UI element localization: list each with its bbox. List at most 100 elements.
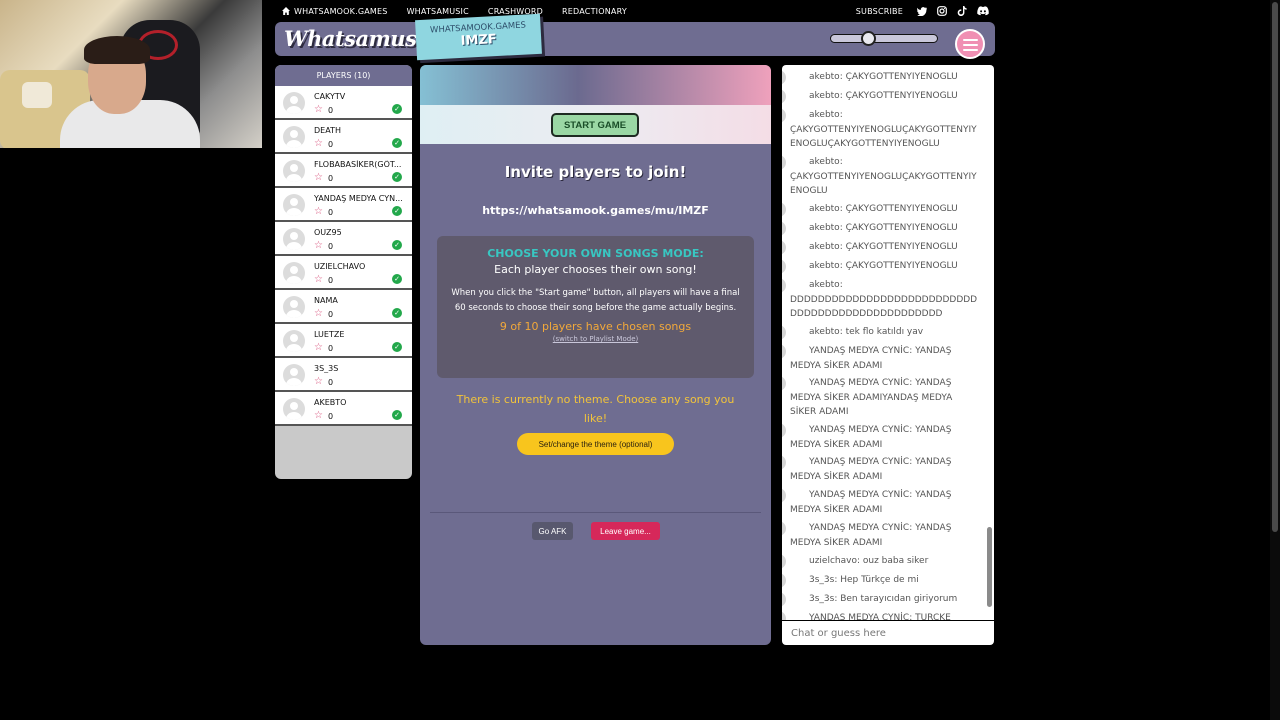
volume-knob[interactable] (861, 31, 876, 46)
chat-message-text: 3s_3s: Hep Türkçe de mi (809, 575, 919, 585)
player-score: 0 (328, 412, 334, 421)
chat-panel: akebto: ÇAKYGOTTENYIYENOGLU akebto: ÇAKYG… (782, 65, 994, 620)
player-row[interactable]: 3S_3S ☆ 0 (275, 358, 412, 392)
player-name: DEATH (314, 126, 341, 135)
check-icon: ✓ (392, 240, 402, 250)
volume-slider[interactable] (830, 31, 938, 46)
chat-message: akebto: ÇAKYGOTTENYIYENOGLU (782, 240, 980, 255)
chat-message-text: YANDAŞ MEDYA CYNİC: YANDAŞ MEDYA SİKER A… (790, 378, 953, 417)
divider (430, 512, 761, 513)
player-score: 0 (328, 174, 334, 183)
chat-message-text: YANDAŞ MEDYA CYNİC: YANDAŞ MEDYA SİKER A… (790, 490, 952, 515)
player-row[interactable]: CAKYTV ☆ 0 ✓ (275, 86, 412, 120)
player-score: 0 (328, 344, 334, 353)
start-game-button[interactable]: START GAME (551, 113, 639, 137)
avatar (782, 259, 786, 274)
nav-home-link[interactable]: WHATSAMOOK.GAMES (282, 7, 388, 16)
check-icon: ✓ (392, 172, 402, 182)
player-name: LUETZE (314, 330, 345, 339)
player-score: 0 (328, 378, 334, 387)
player-score: 0 (328, 208, 334, 217)
avatar (283, 296, 305, 318)
chat-message: akebto: DDDDDDDDDDDDDDDDDDDDDDDDDDDDDDDD… (782, 278, 980, 322)
page-scrollbar[interactable] (1270, 0, 1280, 720)
top-nav: WHATSAMOOK.GAMES WHATSAMUSIC CRASHWORD R… (275, 0, 995, 22)
star-icon: ☆ (314, 138, 323, 149)
player-row[interactable]: LUETZE ☆ 0 ✓ (275, 324, 412, 358)
nav-redactionary-link[interactable]: REDACTIONARY (562, 7, 627, 16)
whatsamusic-logo[interactable]: Whatsamusic (284, 26, 437, 51)
room-tag: WHATSAMOOK.GAMES IMZF (415, 13, 542, 61)
switch-mode-link[interactable]: (switch to Playlist Mode) (437, 335, 754, 343)
chat-message: YANDAŞ MEDYA CYNİC: YANDAŞ MEDYA SİKER A… (782, 455, 980, 484)
avatar (283, 262, 305, 284)
avatar (283, 126, 305, 148)
chat-message: YANDAŞ MEDYA CYNİC: TURCKE (782, 611, 980, 620)
star-icon: ☆ (314, 172, 323, 183)
player-name: 3S_3S (314, 364, 339, 373)
avatar (782, 554, 786, 569)
star-icon: ☆ (314, 342, 323, 353)
avatar (782, 325, 786, 340)
chat-message-text: akebto: ÇAKYGOTTENYIYENOGLU (809, 91, 958, 101)
twitter-icon[interactable] (917, 6, 927, 16)
webcam-overlay (0, 0, 262, 148)
set-theme-button[interactable]: Set/change the theme (optional) (517, 433, 674, 455)
player-row[interactable]: YANDAŞ MEDYA CYN... ☆ 0 ✓ (275, 188, 412, 222)
avatar (283, 160, 305, 182)
lobby-banner (420, 65, 771, 105)
home-icon (282, 7, 290, 15)
player-row[interactable]: AKEBTO ☆ 0 ✓ (275, 392, 412, 426)
discord-icon[interactable] (977, 6, 989, 16)
chat-scrollbar[interactable] (987, 527, 992, 607)
player-name: YANDAŞ MEDYA CYN... (314, 194, 403, 203)
avatar (782, 344, 786, 359)
avatar (283, 228, 305, 250)
player-row[interactable]: FLOBABASİKER(GÖT... ☆ 0 ✓ (275, 154, 412, 188)
player-name: UZIELCHAVO (314, 262, 366, 271)
chat-message: akebto: ÇAKYGOTTENYIYENOGLU (782, 221, 980, 236)
players-list: CAKYTV ☆ 0 ✓ DEATH ☆ 0 ✓ FLOBABASİKER(GÖT... ☆ 0 ✓ Y… (275, 86, 412, 426)
player-row[interactable]: DEATH ☆ 0 ✓ (275, 120, 412, 154)
chat-message: akebto: ÇAKYGOTTENYIYENOGLUÇAKYGOTTENYIY… (782, 155, 980, 199)
chat-message-text: akebto: ÇAKYGOTTENYIYENOGLU (809, 242, 958, 252)
chat-message: akebto: ÇAKYGOTTENYIYENOGLUÇAKYGOTTENYIY… (782, 108, 980, 152)
nav-whatsamusic-link[interactable]: WHATSAMUSIC (407, 7, 469, 16)
player-row[interactable]: UZIELCHAVO ☆ 0 ✓ (275, 256, 412, 290)
player-name: FLOBABASİKER(GÖT... (314, 160, 402, 169)
chat-message-text: akebto: ÇAKYGOTTENYIYENOGLUÇAKYGOTTENYIY… (790, 157, 977, 196)
star-icon: ☆ (314, 376, 323, 387)
player-row[interactable]: NAMA ☆ 0 ✓ (275, 290, 412, 324)
player-name: CAKYTV (314, 92, 346, 101)
star-icon: ☆ (314, 104, 323, 115)
invite-url[interactable]: https://whatsamook.games/mu/IMZF (420, 204, 771, 217)
player-name: AKEBTO (314, 398, 347, 407)
go-afk-button[interactable]: Go AFK (532, 522, 573, 540)
tiktok-icon[interactable] (957, 6, 967, 16)
mode-info-box: CHOOSE YOUR OWN SONGS MODE: Each player … (437, 236, 754, 378)
page-scrollbar-thumb[interactable] (1272, 2, 1278, 532)
chat-input[interactable] (782, 621, 994, 645)
star-icon: ☆ (314, 410, 323, 421)
avatar (782, 155, 786, 170)
avatar (782, 488, 786, 503)
chat-message: akebto: tek flo katıldı yav (782, 325, 980, 340)
check-icon: ✓ (392, 308, 402, 318)
avatar (782, 573, 786, 588)
hamburger-menu-button[interactable] (955, 29, 985, 59)
subscribe-link[interactable]: SUBSCRIBE (856, 7, 903, 16)
avatar (782, 592, 786, 607)
chat-message: akebto: ÇAKYGOTTENYIYENOGLU (782, 89, 980, 104)
players-header: PLAYERS (10) (275, 65, 412, 86)
chat-message: YANDAŞ MEDYA CYNİC: YANDAŞ MEDYA SİKER A… (782, 423, 980, 452)
chat-message: YANDAŞ MEDYA CYNİC: YANDAŞ MEDYA SİKER A… (782, 521, 980, 550)
avatar (782, 240, 786, 255)
chat-message: akebto: ÇAKYGOTTENYIYENOGLU (782, 70, 980, 85)
leave-game-button[interactable]: Leave game... (591, 522, 660, 540)
player-row[interactable]: OUZ95 ☆ 0 ✓ (275, 222, 412, 256)
chat-message-text: YANDAŞ MEDYA CYNİC: YANDAŞ MEDYA SİKER A… (790, 346, 952, 371)
chat-message-text: YANDAŞ MEDYA CYNİC: YANDAŞ MEDYA SİKER A… (790, 425, 952, 450)
instagram-icon[interactable] (937, 6, 947, 16)
chat-message: akebto: ÇAKYGOTTENYIYENOGLU (782, 202, 980, 217)
avatar (283, 364, 305, 386)
